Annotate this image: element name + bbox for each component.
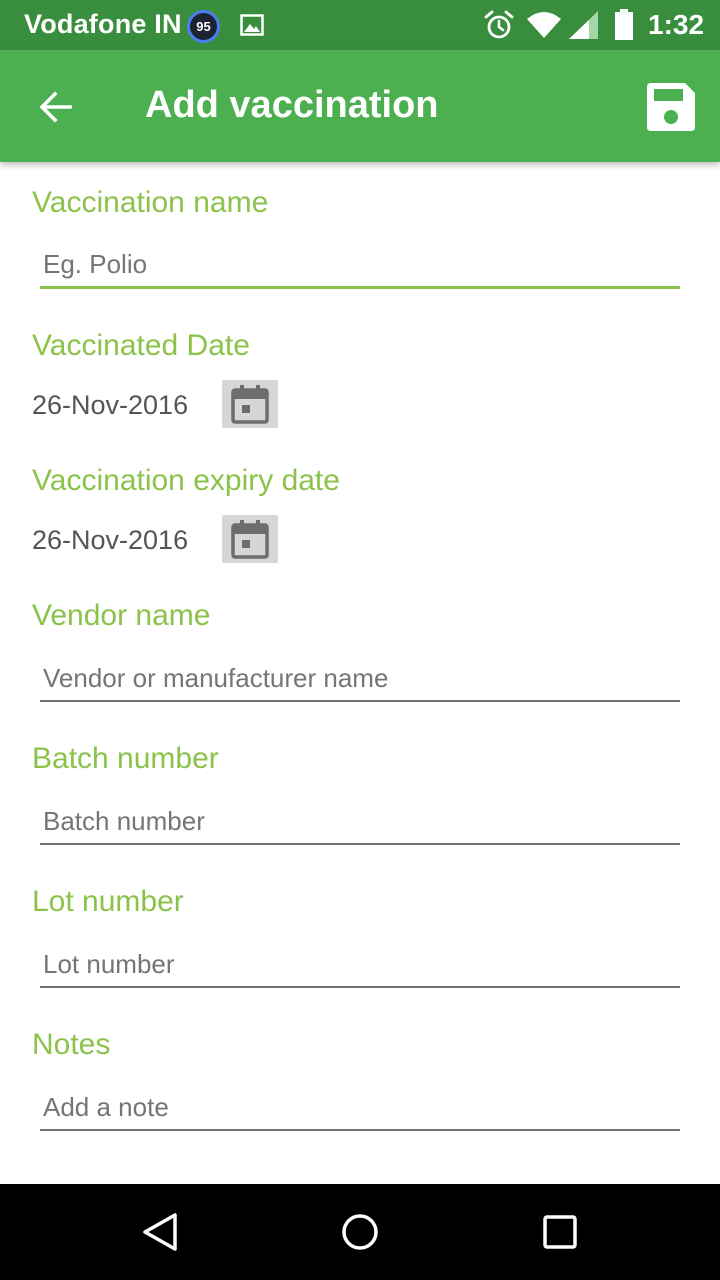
batch-number-label: Batch number [32,742,219,775]
navigation-bar [0,1184,720,1280]
nav-recents-button[interactable] [540,1212,580,1252]
page-title: Add vaccination [145,84,439,126]
expiry-date-label: Vaccination expiry date [32,464,340,497]
wifi-icon [526,11,562,44]
vaccinated-date-calendar-button[interactable] [222,380,278,428]
lot-number-label: Lot number [32,885,184,918]
notes-input[interactable] [40,1085,680,1131]
calendar-icon [231,385,269,424]
calendar-icon [231,520,269,559]
expiry-date-value[interactable]: 26-Nov-2016 [32,525,188,556]
batch-number-input[interactable] [40,799,680,845]
notification-badge: 95 [187,10,220,43]
nav-back-button[interactable] [140,1212,180,1252]
save-button[interactable] [640,76,702,138]
vaccinated-date-label: Vaccinated Date [32,329,250,362]
vendor-name-input[interactable] [40,656,680,702]
nav-recents-icon [543,1215,577,1249]
alarm-icon [483,10,515,47]
battery-icon [614,9,634,46]
status-bar: Vodafone IN 95 1:32 [0,0,720,50]
nav-home-icon [342,1214,378,1250]
nav-back-icon [143,1213,177,1251]
back-button[interactable] [26,80,86,134]
carrier-name: Vodafone IN [24,9,182,39]
app-bar: Add vaccination [0,50,720,162]
arrow-back-icon [39,91,72,123]
vendor-name-label: Vendor name [32,599,211,632]
vaccination-name-input[interactable] [40,243,680,289]
nav-home-button[interactable] [340,1212,380,1252]
notes-label: Notes [32,1028,111,1061]
clock: 1:32 [648,9,705,40]
vaccinated-date-value[interactable]: 26-Nov-2016 [32,390,188,421]
save-icon [647,83,695,131]
lot-number-input[interactable] [40,942,680,988]
expiry-date-calendar-button[interactable] [222,515,278,563]
vaccination-name-label: Vaccination name [32,186,269,219]
signal-icon [567,10,599,45]
gallery-icon [240,14,264,41]
